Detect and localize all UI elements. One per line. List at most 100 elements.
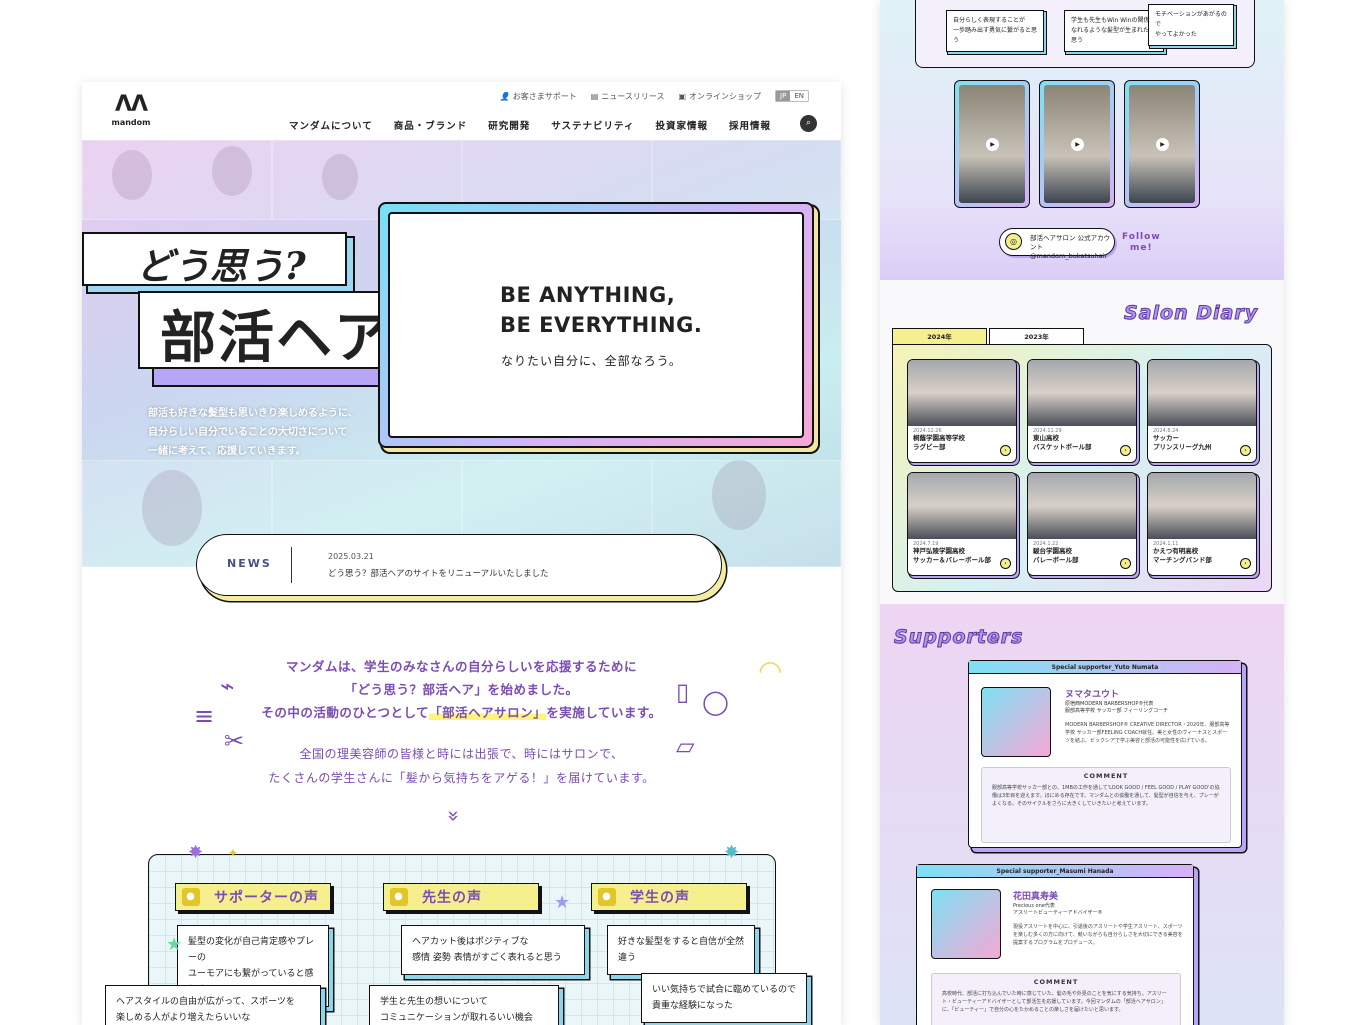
arrow-right-icon[interactable]: ›: [1240, 558, 1251, 569]
video-thumb[interactable]: ▶: [1124, 80, 1200, 208]
bag-icon: ▣: [678, 91, 687, 101]
salon-diary-section: Salon Diary 2024年 2023年 2024.12.26 桐蔭学園高等…: [880, 280, 1284, 604]
hero-lead: 部活も好きな髪型も思いきり楽しめるように、 自分らしい自分でいることの大切さにつ…: [148, 404, 358, 461]
news-title[interactable]: どう思う？部活ヘアのサイトをリニューアルいたしました: [328, 567, 549, 579]
supporter-comment: COMMENT 高校時代、部活に打ち込んでいた時に感じていた、髪の毛や外見のこと…: [931, 973, 1181, 1025]
hero-lead-line: 自分らしい自分でいることの大切さについて: [148, 427, 348, 438]
play-icon[interactable]: ▶: [986, 138, 999, 151]
tag-big-text: 部活ヘア: [160, 306, 392, 371]
diary-photo: [1148, 473, 1256, 539]
diary-card[interactable]: 2024.1.22 駿台学園高校 バレーボール部 ›: [1027, 472, 1137, 576]
star-icon: ★: [554, 892, 571, 913]
supporter-bio: 現役アスリートを中心に、引退後のアスリートや学生アスリート、スポーツを楽しむ多く…: [1013, 924, 1183, 946]
hero-japanese-copy: なりたい自分に、全部なろう。: [501, 354, 682, 368]
nav-about[interactable]: マンダムについて: [289, 118, 373, 132]
voice-card: 自分らしく表現することが 一歩踏み出す勇気に繋がると思う: [946, 10, 1044, 52]
side-page: 自分らしく表現することが 一歩踏み出す勇気に繋がると思う 学生も先生もWin W…: [880, 0, 1284, 1025]
hero-section: どう思う? 部活ヘア 部活も好きな髪型も思いきり楽しめるように、 自分らしい自分…: [82, 140, 841, 567]
logo-mark: ΛΛ: [114, 92, 148, 117]
tag-douomou: どう思う?: [82, 232, 347, 288]
voice-card: 学生と先生の想いについて コミュニケーションが取れるいい機会: [369, 985, 559, 1025]
voices-section: ● サポーターの声 ● 先生の声 ● 学生の声 髪型の変化が自己肯定感やプレーの ユー…: [105, 854, 807, 1025]
global-nav: マンダムについて 商品・ブランド 研究開発 サステナビリティ 投資家情報 採用情…: [289, 118, 771, 132]
news-label: NEWS: [227, 557, 272, 570]
photo-face: [712, 460, 766, 530]
diary-card[interactable]: 2024.7.19 神戸弘陵学園高校 サッカー＆バレーボール部 ›: [907, 472, 1017, 576]
diary-date: 2024.11.29: [1033, 428, 1062, 434]
play-icon[interactable]: ▶: [1156, 138, 1169, 151]
comment-text: 高校時代、部活に打ち込んでいた時に感じていた、髪の毛や外見のことを気にする気持ち…: [942, 991, 1167, 1013]
hairdryer-icon: ⌁: [220, 672, 235, 700]
spray-icon: ▯: [676, 678, 690, 706]
photo-face: [112, 150, 152, 200]
video-thumb[interactable]: ▶: [954, 80, 1030, 208]
sparkle-icon: ✦: [228, 846, 239, 860]
tab-2024[interactable]: 2024年: [892, 328, 987, 344]
voice-title-text: 先生の声: [422, 890, 482, 906]
document-icon: ▤: [590, 91, 599, 101]
voice-card: モチベーションがあがるので やってよかった: [1148, 4, 1234, 46]
intro-line: たくさんの学生さんに「髪から気持ちをアゲる！」を届けています。: [268, 771, 655, 785]
hero-lead-line: 部活も好きな髪型も思いきり楽しめるように、: [148, 408, 358, 419]
salon-diary-title: Salon Diary: [1123, 302, 1259, 325]
intro-line: 全国の理美容師の皆様と時には出張で、時にはサロンで、: [299, 747, 624, 761]
mic-icon: ●: [390, 888, 408, 906]
comment-text: 服部高等学校サッカー部との、1MBの工作を通して'LOOK GOOD / FEE…: [992, 785, 1220, 807]
support-link[interactable]: 👤 お客さまサポート: [500, 91, 577, 102]
play-icon[interactable]: ▶: [1071, 138, 1084, 151]
diary-photo: [908, 360, 1016, 426]
nav-sustainability[interactable]: サステナビリティ: [551, 118, 634, 132]
voice-title-supporter: ● サポーターの声: [175, 883, 331, 911]
nav-research[interactable]: 研究開発: [488, 118, 530, 132]
search-icon[interactable]: ⌕: [800, 115, 817, 132]
voice-title-text: 学生の声: [630, 890, 690, 906]
photo-face: [322, 154, 358, 200]
nav-recruit[interactable]: 採用情報: [729, 118, 771, 132]
lang-jp[interactable]: JP: [776, 91, 791, 101]
diary-date: 2024.7.19: [913, 541, 939, 547]
intro-text-2: 全国の理美容師の皆様と時には出張で、時にはサロンで、 たくさんの学生さんに「髪か…: [82, 742, 841, 790]
intro-highlight: 「部活ヘアサロン」: [429, 705, 547, 720]
video-thumb[interactable]: ▶: [1039, 80, 1115, 208]
nav-investors[interactable]: 投資家情報: [656, 118, 709, 132]
arrow-right-icon[interactable]: ›: [1000, 558, 1011, 569]
arrow-right-icon[interactable]: ›: [1120, 445, 1131, 456]
intro-segment: を実施しています。: [546, 705, 662, 720]
arrow-right-icon[interactable]: ›: [1000, 445, 1011, 456]
en-line-2: BE EVERYTHING.: [500, 313, 703, 337]
mic-icon: ●: [182, 888, 200, 906]
language-switch: JP EN: [775, 90, 809, 102]
diary-photo: [1148, 360, 1256, 426]
instagram-button[interactable]: ◎ 部活ヘアサロン 公式アカウント @mandom_bukatsuhair: [999, 228, 1115, 260]
lang-en[interactable]: EN: [790, 91, 808, 101]
arrow-right-icon[interactable]: ›: [1120, 558, 1131, 569]
diary-card[interactable]: 2024.1.11 かえつ有明高校 マーチングバンド部 ›: [1147, 472, 1257, 576]
supporter-bar: Special supporter_Masumi Hanada: [917, 865, 1193, 878]
online-shop-link[interactable]: ▣ オンラインショップ: [678, 91, 761, 102]
diary-card[interactable]: 2024.12.26 桐蔭学園高等学校 ラグビー部 ›: [907, 359, 1017, 463]
follow-me-text: Follow me!: [1122, 232, 1161, 253]
news-divider: [291, 547, 292, 583]
news-release-link[interactable]: ▤ ニュースリリース: [591, 91, 665, 102]
voice-card: ヘアスタイルの自由が広がって、スポーツを 楽しめる人がより増えたらいいな: [105, 985, 321, 1025]
nav-products[interactable]: 商品・ブランド: [394, 118, 468, 132]
instagram-icon: ◎: [1005, 233, 1022, 250]
diary-card[interactable]: 2024.8.24 サッカー プリンスリーグ九州 ›: [1147, 359, 1257, 463]
utility-nav: 👤 お客さまサポート ▤ ニュースリリース ▣ オンラインショップ JP EN: [500, 90, 809, 102]
supporter-bar: Special supporter_Yuto Numata: [969, 661, 1241, 674]
supporter-role: Precious one代表 アスリートビューティーアドバイザー®: [1013, 903, 1103, 916]
person-icon: 👤: [499, 91, 510, 101]
rainbow-icon: ◠: [758, 654, 783, 687]
photo-face: [212, 146, 252, 196]
voice-card: 好きな髪型をすると自信が全然違う: [607, 925, 755, 975]
news-date: 2025.03.21: [328, 552, 374, 561]
mandom-logo[interactable]: ΛΛ mandom: [108, 92, 154, 128]
products-icon: ▱: [676, 732, 695, 760]
news-bar[interactable]: NEWS 2025.03.21 どう思う？部活ヘアのサイトをリニューアルいたしま…: [196, 534, 722, 596]
arrow-right-icon[interactable]: ›: [1240, 445, 1251, 456]
diary-grid: 2024.12.26 桐蔭学園高等学校 ラグビー部 › 2024.11.29 東山高校…: [892, 344, 1272, 592]
voice-card: いい気持ちで試合に臨めているので 貴重な経験になった: [641, 973, 807, 1023]
tab-2023[interactable]: 2023年: [989, 328, 1084, 344]
diary-date: 2024.1.22: [1033, 541, 1059, 547]
diary-card[interactable]: 2024.11.29 東山高校 バスケットボール部 ›: [1027, 359, 1137, 463]
